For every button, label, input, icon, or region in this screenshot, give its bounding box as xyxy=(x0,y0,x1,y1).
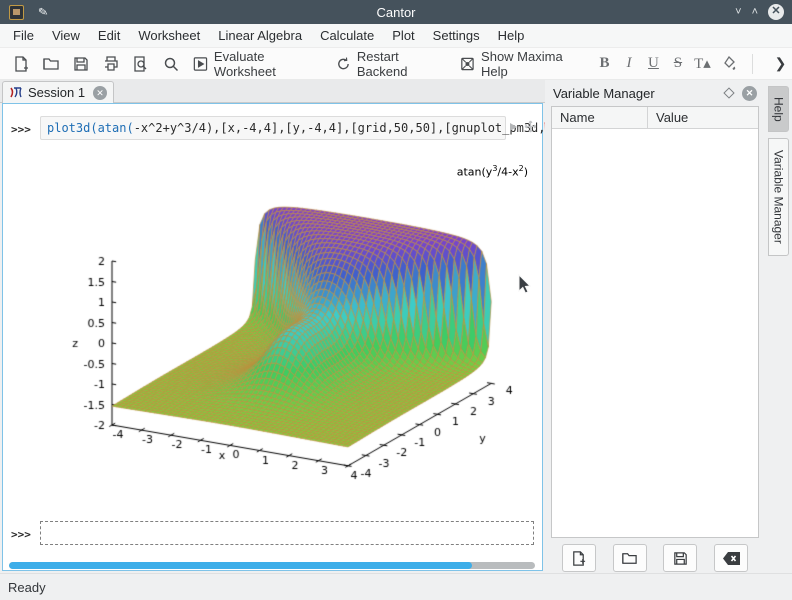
plot-result: atan(y3/4-x2) xyxy=(40,148,540,506)
menu-settings[interactable]: Settings xyxy=(424,25,489,46)
menu-linear-algebra[interactable]: Linear Algebra xyxy=(209,25,311,46)
maxima-help-icon xyxy=(459,55,476,73)
status-text: Ready xyxy=(8,580,46,595)
tab-close-icon[interactable]: ✕ xyxy=(93,86,107,100)
printer-icon xyxy=(102,55,120,73)
maxima-session-icon xyxy=(9,86,23,99)
menu-plot[interactable]: Plot xyxy=(383,25,423,46)
dock-tab-help[interactable]: Help xyxy=(768,86,789,132)
save-icon xyxy=(72,55,90,73)
plot3d-surface-canvas xyxy=(40,148,540,506)
italic-button[interactable]: I xyxy=(617,55,641,72)
run-entry-icon[interactable] xyxy=(509,122,518,132)
new-variable-button[interactable] xyxy=(562,544,596,572)
toolbar-overflow-button[interactable]: ❯ xyxy=(775,55,787,72)
dock-tab-variable-manager[interactable]: Variable Manager xyxy=(768,138,789,256)
maximize-button[interactable]: ˄ xyxy=(752,6,758,18)
show-maxima-help-button[interactable]: Show Maxima Help xyxy=(453,45,592,83)
restart-icon xyxy=(335,55,352,73)
cantor-window: ✏ Cantor ˅ ˄ ✕ File View Edit Worksheet … xyxy=(0,0,792,600)
panel-title: Variable Manager xyxy=(553,86,655,101)
restart-backend-button[interactable]: Restart Backend xyxy=(329,45,453,83)
command-entry[interactable]: plot3d(atan(-x^2+y^3/4),[x,-4,4],[y,-4,4… xyxy=(40,116,506,140)
move-entry-icon[interactable] xyxy=(524,120,537,133)
save-variables-icon xyxy=(672,550,689,567)
save-variables-button[interactable] xyxy=(663,544,697,572)
clear-variables-button[interactable] xyxy=(714,544,748,572)
plot-title: atan(y3/4-x2) xyxy=(457,164,528,179)
menu-calculate[interactable]: Calculate xyxy=(311,25,383,46)
backspace-clear-icon xyxy=(722,551,741,566)
new-worksheet-button[interactable] xyxy=(6,51,36,77)
open-worksheet-button[interactable] xyxy=(36,51,66,77)
text-color-button[interactable] xyxy=(715,51,744,76)
search-icon xyxy=(162,55,180,73)
folder-icon xyxy=(621,550,638,567)
print-button[interactable] xyxy=(96,51,126,77)
minimize-button[interactable]: ˅ xyxy=(735,6,741,18)
worksheet-tabbar: Session 1 ✕ xyxy=(0,80,545,103)
tab-session-1[interactable]: Session 1 ✕ xyxy=(2,81,114,103)
panel-close-icon[interactable]: ✕ xyxy=(742,86,757,101)
save-button[interactable] xyxy=(66,51,96,77)
menu-edit[interactable]: Edit xyxy=(89,25,129,46)
prompt-2: >>> xyxy=(11,528,31,541)
variable-manager-panel: Variable Manager ✕ Name Value xyxy=(545,80,765,573)
open-folder-icon xyxy=(42,55,60,73)
fill-color-icon xyxy=(721,55,738,72)
column-header-value[interactable]: Value xyxy=(648,107,696,128)
search-button[interactable] xyxy=(156,51,186,77)
session-progress-bar xyxy=(9,562,535,569)
dock-tab-strip: Help Variable Manager xyxy=(765,80,792,573)
close-button[interactable]: ✕ xyxy=(768,4,784,20)
menu-help[interactable]: Help xyxy=(489,25,534,46)
menu-worksheet[interactable]: Worksheet xyxy=(129,25,209,46)
print-preview-button[interactable] xyxy=(126,51,156,77)
titlebar: ✏ Cantor ˅ ˄ ✕ xyxy=(0,0,792,24)
mouse-cursor xyxy=(518,274,532,294)
load-variables-button[interactable] xyxy=(613,544,647,572)
play-icon xyxy=(192,55,209,73)
window-title: Cantor xyxy=(0,5,792,20)
strikethrough-button[interactable]: S xyxy=(666,55,690,72)
underline-button[interactable]: U xyxy=(641,55,665,72)
menu-view[interactable]: View xyxy=(43,25,89,46)
font-size-button[interactable]: T▴ xyxy=(690,54,714,73)
new-document-icon xyxy=(12,55,30,73)
bold-button[interactable]: B xyxy=(592,55,616,72)
menu-file[interactable]: File xyxy=(4,25,43,46)
column-header-name[interactable]: Name xyxy=(552,107,648,128)
variables-table: Name Value xyxy=(551,106,759,538)
statusbar: Ready xyxy=(0,573,792,600)
new-variable-icon xyxy=(570,550,587,567)
worksheet-view: >>> plot3d(atan(-x^2+y^3/4),[x,-4,4],[y,… xyxy=(2,103,543,571)
print-preview-icon xyxy=(132,55,150,73)
toolbar: Evaluate Worksheet Restart Backend Show … xyxy=(0,48,792,80)
float-panel-icon[interactable] xyxy=(723,87,734,98)
evaluate-worksheet-button[interactable]: Evaluate Worksheet xyxy=(186,45,329,83)
tab-label: Session 1 xyxy=(28,85,85,100)
prompt-1: >>> xyxy=(11,123,31,136)
progress-fill xyxy=(9,562,472,569)
empty-command-entry[interactable] xyxy=(40,521,534,545)
